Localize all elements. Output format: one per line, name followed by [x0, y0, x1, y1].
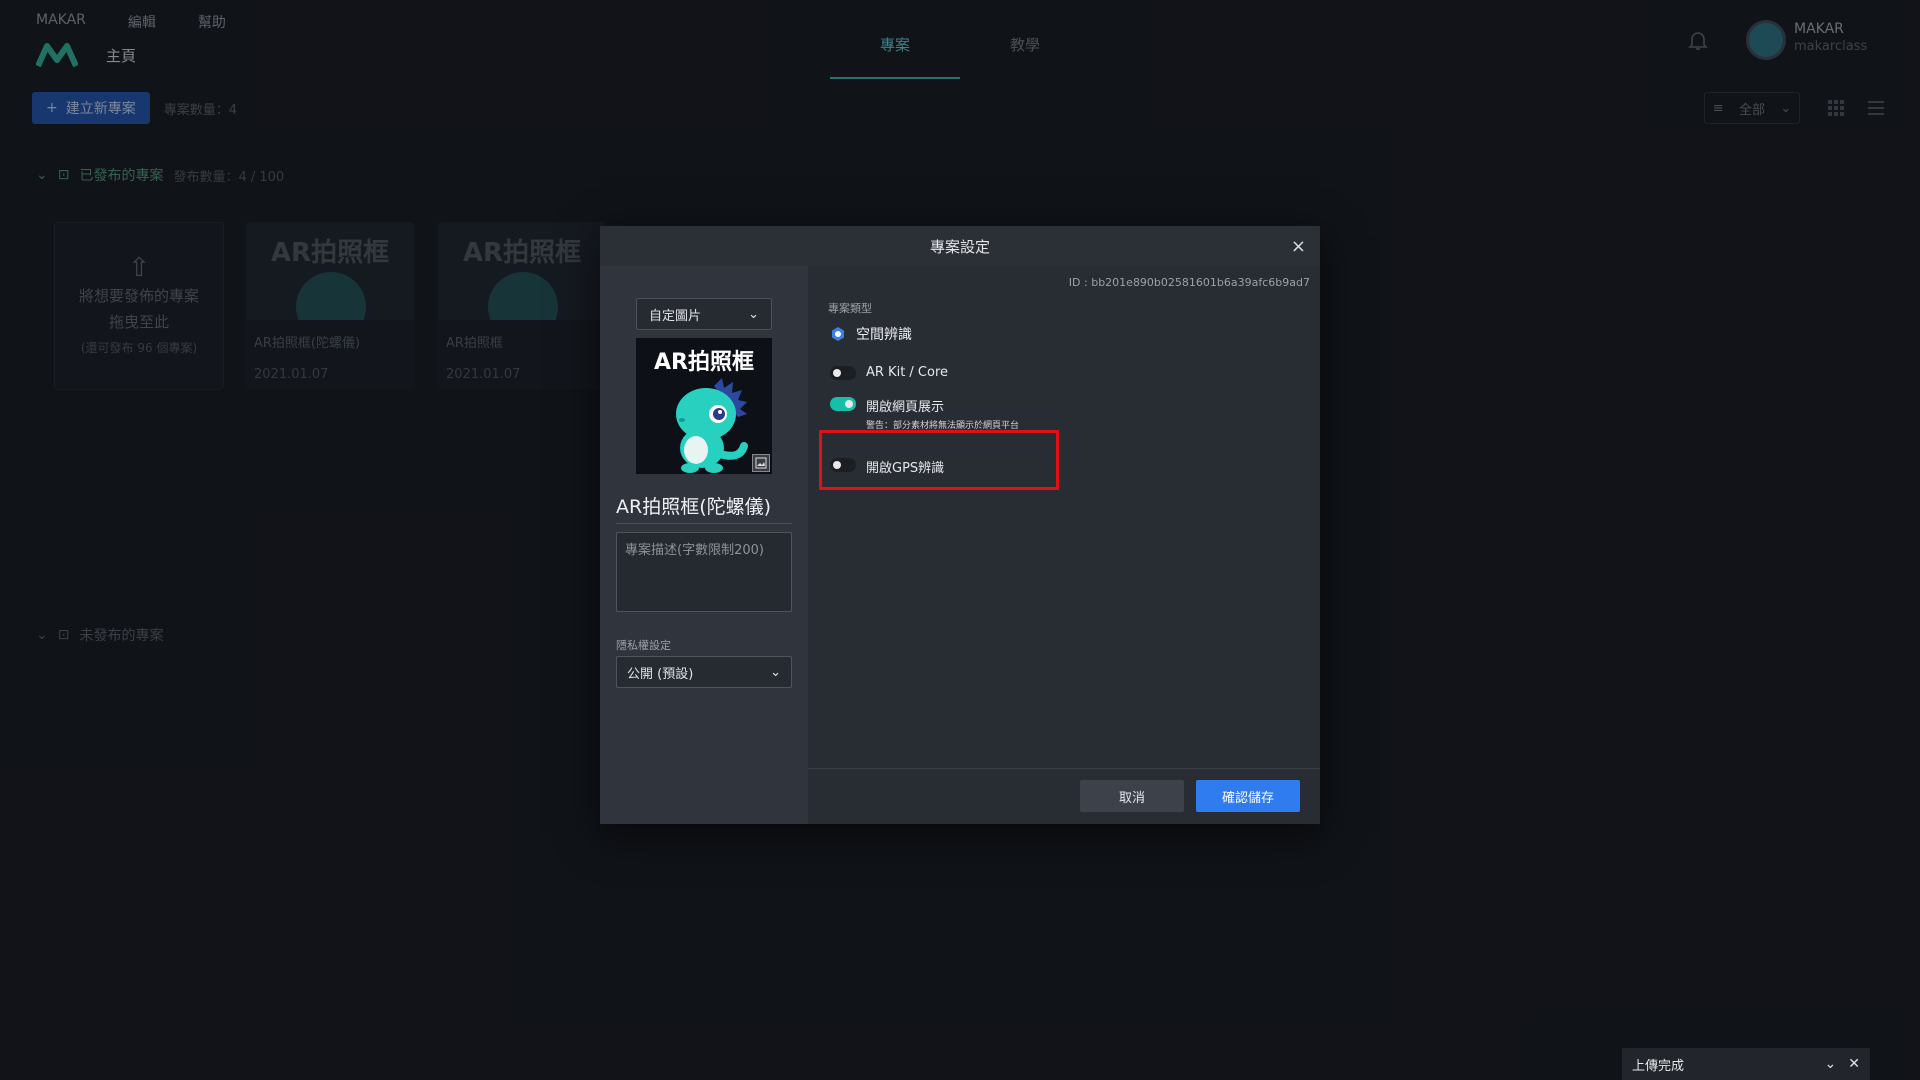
- project-name-field[interactable]: AR拍照框(陀螺儀): [616, 492, 792, 524]
- arkit-toggle[interactable]: [830, 366, 856, 380]
- cover-image[interactable]: AR拍照框: [636, 338, 772, 474]
- modal-right-panel: ID : bb201e890b02581601b6a39afc6b9ad7 專案…: [808, 266, 1320, 824]
- project-type-label: 專案類型: [828, 302, 872, 315]
- privacy-value: 公開 (預設): [627, 666, 694, 682]
- modal-header: 專案設定 ×: [600, 226, 1320, 266]
- cover-type-select[interactable]: 自定圖片 ⌄: [636, 298, 772, 330]
- radio-checked-icon: [832, 327, 844, 341]
- arkit-label: AR Kit / Core: [866, 365, 949, 380]
- footer-divider: [808, 768, 1320, 769]
- upload-status: 上傳完成: [1632, 1058, 1685, 1074]
- arkit-toggle-row: AR Kit / Core: [830, 365, 948, 380]
- web-display-toggle[interactable]: [830, 397, 856, 411]
- modal-left-panel: 自定圖片 ⌄ AR拍照框 AR拍照框(陀螺儀) 專案描述(字數限制200) 隱私…: [600, 266, 808, 824]
- gps-label: 開啟GPS辨識: [866, 461, 945, 476]
- web-display-label: 開啟網頁展示: [866, 400, 945, 415]
- description-input[interactable]: [616, 532, 792, 612]
- dino-mascot-icon: [676, 378, 748, 473]
- project-settings-modal: 專案設定 × 自定圖片 ⌄ AR拍照框 AR拍照框(陀螺儀) 專案描述(字數限制…: [600, 226, 1320, 824]
- cover-type-value: 自定圖片: [649, 308, 702, 324]
- privacy-select[interactable]: 公開 (預設) ⌄: [616, 656, 792, 688]
- save-button[interactable]: 確認儲存: [1196, 780, 1300, 812]
- cover-title: AR拍照框: [654, 350, 754, 375]
- web-display-toggle-row: 開啟網頁展示 警告：部分素材將無法顯示於網頁平台: [830, 396, 1019, 431]
- gps-toggle[interactable]: [830, 458, 856, 472]
- spatial-recognition-radio[interactable]: 空間辨識: [830, 324, 912, 344]
- chevron-down-icon[interactable]: ⌄: [1825, 1056, 1837, 1072]
- chevron-down-icon: ⌄: [748, 306, 759, 322]
- edit-image-icon[interactable]: [752, 454, 770, 472]
- cancel-button[interactable]: 取消: [1080, 780, 1184, 812]
- chevron-down-icon: ⌄: [770, 664, 781, 680]
- project-id: ID : bb201e890b02581601b6a39afc6b9ad7: [1068, 276, 1310, 289]
- gps-toggle-row: 開啟GPS辨識: [830, 457, 944, 476]
- spatial-recognition-label: 空間辨識: [856, 327, 912, 343]
- upload-toast: 上傳完成 ⌄ ✕: [1622, 1048, 1870, 1080]
- privacy-label: 隱私權設定: [616, 639, 671, 652]
- close-icon[interactable]: ×: [1291, 236, 1306, 257]
- modal-title: 專案設定: [929, 237, 990, 256]
- close-icon[interactable]: ✕: [1848, 1056, 1860, 1072]
